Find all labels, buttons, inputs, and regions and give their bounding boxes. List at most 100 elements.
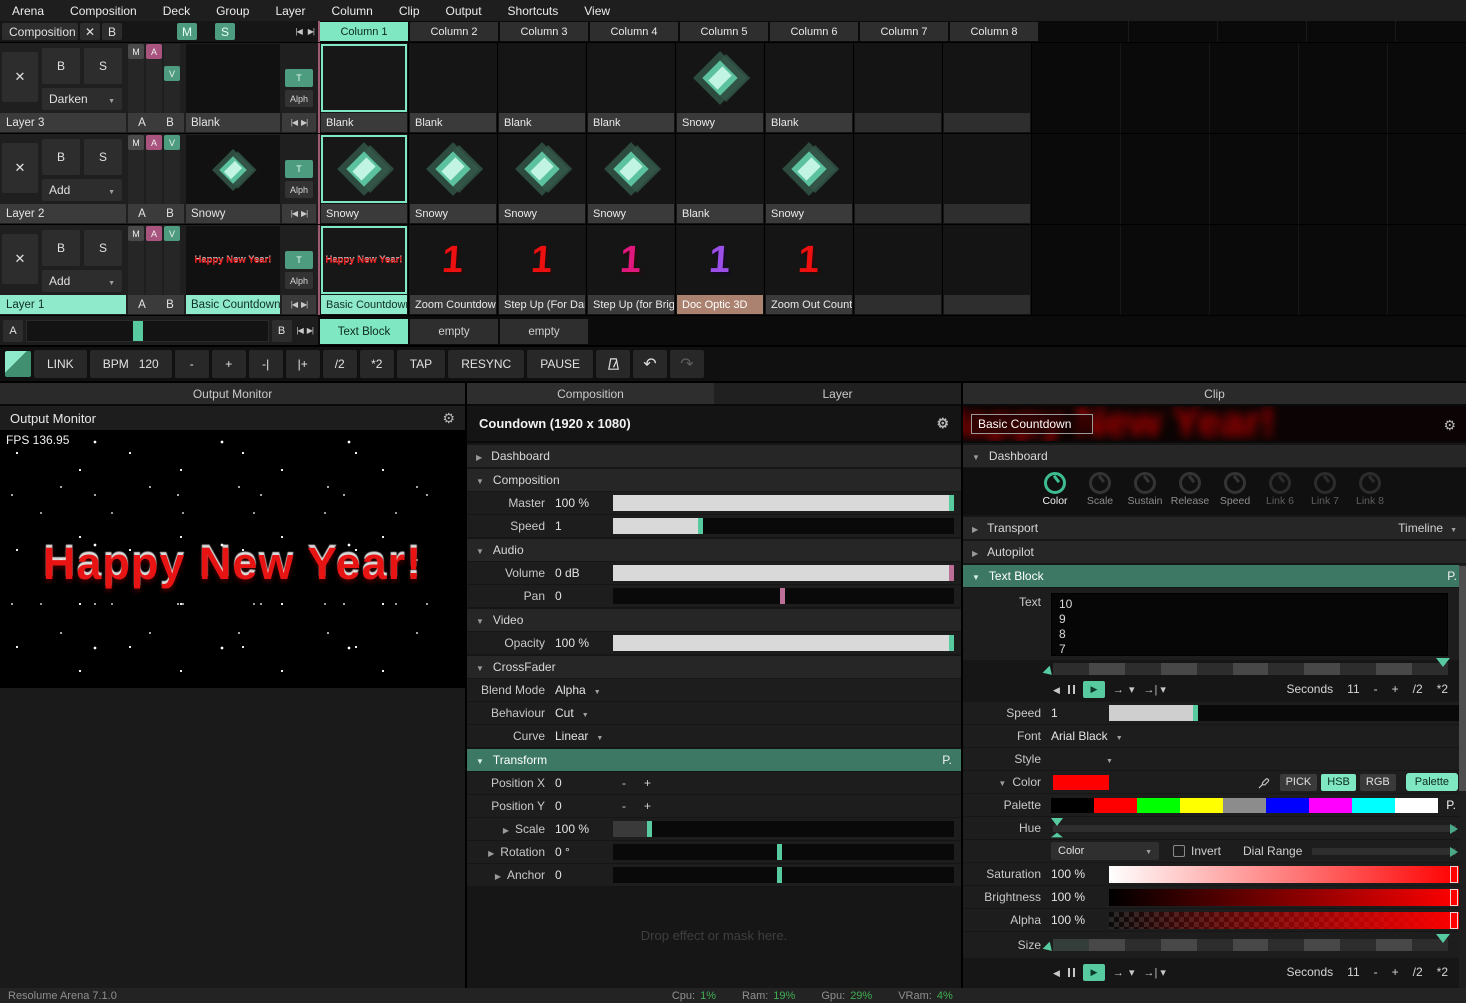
- crossfader-b-button[interactable]: B: [272, 320, 292, 342]
- menu-item-view[interactable]: View: [584, 4, 610, 18]
- layer-alpha-button[interactable]: Alph: [285, 181, 313, 198]
- scale-knob[interactable]: Scale: [1084, 472, 1116, 507]
- pick-button[interactable]: PICK: [1280, 774, 1318, 791]
- position-y-value[interactable]: 0: [555, 799, 613, 813]
- clip-cell[interactable]: Blank: [587, 43, 676, 133]
- master-value[interactable]: 100 %: [555, 496, 613, 510]
- section-crossfader[interactable]: CrossFader: [467, 656, 961, 678]
- palette-swatch[interactable]: [1309, 798, 1352, 813]
- play-icon[interactable]: [1083, 964, 1105, 981]
- empty-clip-cell[interactable]: [854, 225, 943, 315]
- menu-item-group[interactable]: Group: [216, 4, 249, 18]
- output-monitor-header[interactable]: Output Monitor: [0, 383, 465, 406]
- section-dashboard[interactable]: Dashboard: [963, 445, 1466, 467]
- release-knob[interactable]: Release: [1174, 472, 1206, 507]
- decrement-button[interactable]: -: [613, 799, 635, 813]
- column-tab-8[interactable]: Column 8: [950, 22, 1038, 41]
- layer-v-toggle[interactable]: V: [164, 135, 180, 150]
- increment-button[interactable]: +: [635, 776, 660, 790]
- rotation-value[interactable]: 0 °: [555, 845, 613, 859]
- layer-a-toggle[interactable]: A: [146, 44, 162, 59]
- link-8-knob[interactable]: Link 8: [1354, 472, 1386, 507]
- seconds-half[interactable]: /2: [1413, 965, 1423, 979]
- seconds-value[interactable]: 11: [1347, 682, 1359, 696]
- play-icon[interactable]: [1083, 681, 1105, 698]
- previous-icon[interactable]: [297, 326, 303, 335]
- palette-button[interactable]: Palette: [1406, 773, 1458, 791]
- seconds-half[interactable]: /2: [1413, 682, 1423, 696]
- brightness-handle[interactable]: [1450, 889, 1458, 906]
- metronome-button[interactable]: [596, 350, 630, 378]
- menu-item-clip[interactable]: Clip: [399, 4, 420, 18]
- opacity-value[interactable]: 100 %: [555, 636, 613, 650]
- layer-preview[interactable]: [186, 135, 280, 204]
- saturation-value[interactable]: 100 %: [1051, 867, 1109, 881]
- play-direction-icon[interactable]: [1113, 682, 1136, 696]
- seconds-double[interactable]: *2: [1437, 965, 1448, 979]
- column-tab-6[interactable]: Column 6: [770, 22, 858, 41]
- half-tempo-button[interactable]: /2: [323, 350, 357, 378]
- empty-clip-cell[interactable]: [943, 134, 1032, 224]
- dial-range-slider[interactable]: [1312, 848, 1456, 855]
- play-mode-icon[interactable]: [1144, 965, 1166, 979]
- hsb-button[interactable]: HSB: [1321, 774, 1356, 791]
- speed-knob[interactable]: Speed: [1219, 472, 1251, 507]
- clip-cell[interactable]: 1Step Up (for Bright): [587, 225, 676, 315]
- empty-clip-cell[interactable]: [943, 43, 1032, 133]
- next-clip-icon[interactable]: [301, 300, 307, 309]
- link-6-knob[interactable]: Link 6: [1264, 472, 1296, 507]
- menu-item-layer[interactable]: Layer: [275, 4, 305, 18]
- layer-t-toggle[interactable]: T: [285, 160, 313, 178]
- previous-clip-icon[interactable]: [291, 209, 297, 218]
- empty-clip-cell[interactable]: [1032, 134, 1121, 224]
- play-backwards-icon[interactable]: [1053, 682, 1060, 696]
- layer-bypass-button[interactable]: B: [42, 230, 80, 266]
- nudge-down-button[interactable]: -|: [249, 350, 283, 378]
- speed-slider[interactable]: [613, 518, 954, 534]
- empty-clip-cell[interactable]: [1032, 225, 1121, 315]
- tab-layer[interactable]: Layer: [714, 383, 961, 404]
- layer-ab-assign[interactable]: A B: [128, 204, 184, 223]
- clip-speed-slider[interactable]: [1109, 705, 1459, 721]
- link-7-knob[interactable]: Link 7: [1309, 472, 1341, 507]
- blend-mode-dropdown[interactable]: Add: [42, 179, 122, 201]
- layer-preview[interactable]: Happy New Year!: [186, 226, 280, 295]
- gear-icon[interactable]: [936, 415, 949, 432]
- seconds-double[interactable]: *2: [1437, 682, 1448, 696]
- blend-mode-dropdown[interactable]: Alpha: [555, 683, 613, 697]
- empty-clip-cell[interactable]: [1299, 43, 1388, 133]
- empty-clip-cell[interactable]: [1121, 43, 1210, 133]
- style-dropdown[interactable]: [1051, 752, 1109, 766]
- rgb-button[interactable]: RGB: [1360, 774, 1396, 791]
- eyedropper-icon[interactable]: [1258, 776, 1271, 789]
- section-video[interactable]: Video: [467, 609, 961, 631]
- empty-clip-cell[interactable]: [1210, 134, 1299, 224]
- position-x-value[interactable]: 0: [555, 776, 613, 790]
- layer-name[interactable]: Layer 3: [0, 113, 126, 132]
- composition-button[interactable]: Composition: [2, 23, 78, 40]
- volume-slider[interactable]: [613, 565, 954, 581]
- seconds-value[interactable]: 11: [1347, 965, 1359, 979]
- layer-bypass-button[interactable]: B: [42, 139, 80, 175]
- invert-checkbox[interactable]: [1173, 845, 1185, 857]
- blend-mode-dropdown[interactable]: Add: [42, 270, 122, 292]
- seconds-decrease[interactable]: -: [1374, 965, 1378, 979]
- next-clip-icon[interactable]: [301, 118, 307, 127]
- brightness-slider[interactable]: [1109, 889, 1459, 906]
- active-clip-name[interactable]: Basic Countdown: [186, 295, 280, 314]
- empty-clip-cell[interactable]: [1032, 43, 1121, 133]
- clip-cell[interactable]: Blank: [765, 43, 854, 133]
- layer-a-toggle[interactable]: A: [146, 135, 162, 150]
- sustain-knob[interactable]: Sustain: [1129, 472, 1161, 507]
- current-color-swatch[interactable]: [1053, 775, 1109, 790]
- clip-tab-text-block[interactable]: Text Block: [320, 319, 408, 344]
- empty-clip-cell[interactable]: [1299, 134, 1388, 224]
- seconds-increase[interactable]: +: [1392, 965, 1399, 979]
- active-clip-name[interactable]: Blank: [186, 113, 280, 132]
- pause-icon[interactable]: [1068, 968, 1075, 977]
- clip-panel-scrollbar[interactable]: [1459, 564, 1466, 988]
- menu-item-arena[interactable]: Arena: [12, 4, 44, 18]
- crossfader-handle[interactable]: [133, 321, 143, 341]
- layer-ab-assign[interactable]: A B: [128, 295, 184, 314]
- brightness-value[interactable]: 100 %: [1051, 890, 1109, 904]
